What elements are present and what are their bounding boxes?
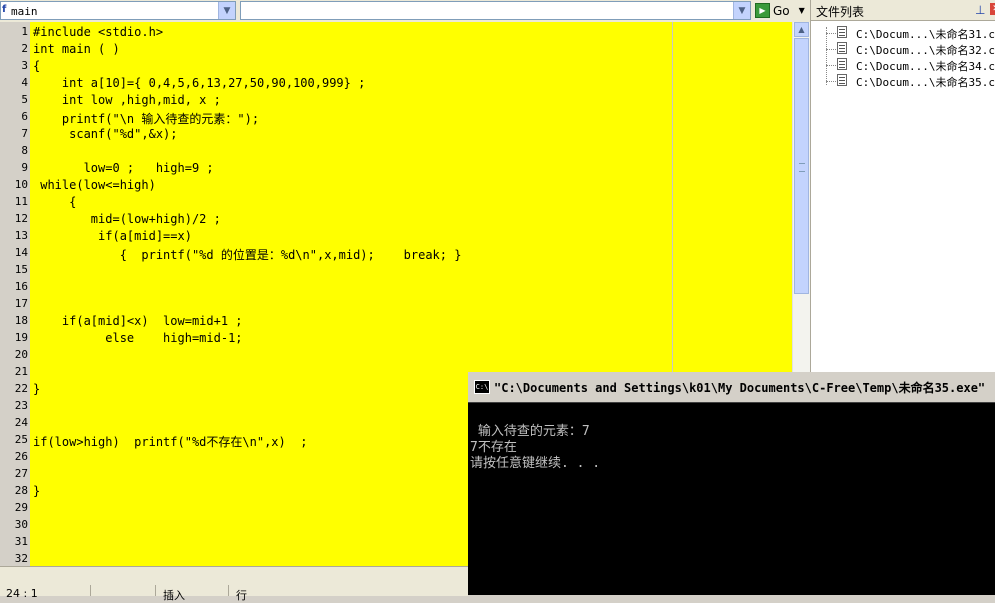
chevron-down-icon[interactable]: ▼	[733, 2, 750, 19]
line-number: 8	[21, 144, 28, 157]
go-button[interactable]: ▶ Go ▼	[755, 1, 807, 20]
console-title: "C:\Documents and Settings\k01\My Docume…	[494, 381, 986, 395]
scroll-up-icon[interactable]: ▲	[794, 22, 809, 37]
file-icon	[837, 58, 847, 70]
line-number: 9	[21, 161, 28, 174]
line-number: 14	[14, 246, 28, 259]
line-number: 23	[14, 399, 28, 412]
pin-icon[interactable]: ⊥	[975, 3, 985, 17]
code-line: else high=mid-1;	[33, 331, 243, 345]
code-line: if(low>high) printf("%d不存在\n",x) ;	[33, 435, 308, 449]
file-icon	[837, 74, 847, 86]
code-line: printf("\n 输入待查的元素：");	[33, 112, 260, 126]
line-number: 12	[14, 212, 28, 225]
line-number: 17	[14, 297, 28, 310]
code-line: {	[33, 59, 41, 73]
code-line: int a[10]={ 0,4,5,6,13,27,50,90,100,999}…	[33, 76, 366, 90]
line-number: 28	[14, 484, 28, 497]
function-combo[interactable]: f main ▼	[0, 1, 236, 20]
go-label: Go	[773, 3, 790, 18]
status-bar: 24 : 1 插入 行	[0, 566, 468, 602]
code-line: {	[33, 195, 77, 209]
file-icon	[837, 42, 847, 54]
line-number: 3	[21, 59, 28, 72]
function-icon: f	[2, 4, 7, 15]
line-number: 15	[14, 263, 28, 276]
line-number: 31	[14, 535, 28, 548]
code-line: if(a[mid]<x) low=mid+1 ;	[33, 314, 243, 328]
scroll-thumb[interactable]	[794, 38, 809, 294]
line-number: 22	[14, 382, 28, 395]
code-line: while(low<=high)	[33, 178, 156, 192]
line-number: 18	[14, 314, 28, 327]
console-line: 请按任意键继续. . .	[470, 456, 601, 471]
line-number: 30	[14, 518, 28, 531]
line-number: 11	[14, 195, 28, 208]
insert-mode: 插入	[163, 589, 185, 602]
toolbar: f main ▼ ▼ ▶ Go ▼	[0, 0, 810, 23]
location-combo[interactable]: ▼	[240, 1, 751, 20]
function-combo-value: main	[11, 5, 38, 18]
line-label: 行	[236, 589, 247, 602]
code-line: if(a[mid]==x)	[33, 229, 192, 243]
file-list-header: 文件列表 ⊥ ✕	[811, 0, 995, 21]
file-list-title: 文件列表	[816, 5, 865, 19]
line-number: 10	[14, 178, 28, 191]
line-number: 27	[14, 467, 28, 480]
code-line: low=0 ; high=9 ;	[33, 161, 214, 175]
console-title-bar[interactable]: C:\ "C:\Documents and Settings\k01\My Do…	[468, 372, 995, 403]
line-number: 26	[14, 450, 28, 463]
file-icon	[837, 26, 847, 38]
code-line: }	[33, 484, 41, 498]
line-number: 6	[21, 110, 28, 123]
code-line: { printf("%d 的位置是：%d\n",x,mid); break; }	[33, 248, 462, 262]
line-number: 5	[21, 93, 28, 106]
line-number: 16	[14, 280, 28, 293]
cursor-position: 24 : 1	[6, 587, 38, 600]
code-line: int main ( )	[33, 42, 120, 56]
line-number: 13	[14, 229, 28, 242]
go-dropdown-icon[interactable]: ▼	[799, 6, 805, 15]
file-list-panel: 文件列表 ⊥ ✕ C:\Docum...\未命名31.cpp C:\Docum.…	[810, 0, 995, 372]
code-line: int low ,high,mid, x ;	[33, 93, 221, 107]
line-number: 19	[14, 331, 28, 344]
chevron-down-icon[interactable]: ▼	[218, 2, 235, 19]
console-icon: C:\	[474, 380, 490, 394]
line-number: 32	[14, 552, 28, 565]
line-number: 24	[14, 416, 28, 429]
line-number: 1	[21, 25, 28, 38]
code-line: }	[33, 382, 41, 396]
code-line: scanf("%d",&x);	[33, 127, 178, 141]
line-number: 2	[21, 42, 28, 55]
code-line: #include <stdio.h>	[33, 25, 164, 39]
close-icon[interactable]: ✕	[990, 3, 995, 15]
go-icon: ▶	[755, 3, 770, 18]
console-window[interactable]: C:\ "C:\Documents and Settings\k01\My Do…	[468, 372, 995, 595]
code-line: mid=(low+high)/2 ;	[33, 212, 221, 226]
line-number: 25	[14, 433, 28, 446]
line-number: 29	[14, 501, 28, 514]
line-number: 20	[14, 348, 28, 361]
line-number: 7	[21, 127, 28, 140]
line-number: 4	[21, 76, 28, 89]
line-number-gutter: 1 2 3 4 5 6 7 8 9 10 11 12 13 14 15 16 17 18 19 20 21 22 23 24 2…	[0, 22, 30, 566]
line-number: 21	[14, 365, 28, 378]
